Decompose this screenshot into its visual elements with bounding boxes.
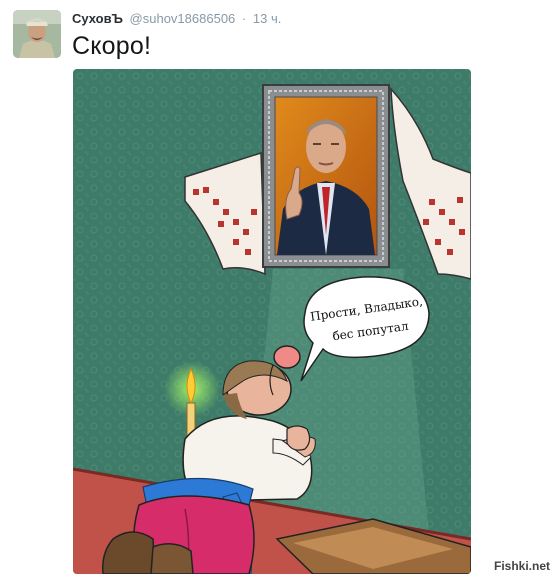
display-name[interactable]: СуховЪ bbox=[72, 11, 123, 26]
tweet-image[interactable]: Прости, Владыко, бес попутал bbox=[73, 69, 471, 574]
user-handle[interactable]: @suhov18686506 bbox=[130, 11, 236, 26]
separator: · bbox=[241, 11, 247, 26]
watermark: Fishki.net bbox=[491, 559, 552, 573]
timestamp[interactable]: 13 ч. bbox=[253, 11, 281, 26]
tweet: СуховЪ @suhov18686506 · 13 ч. Скоро! Про… bbox=[0, 0, 558, 578]
tweet-text: Скоро! bbox=[72, 32, 152, 60]
avatar[interactable] bbox=[13, 10, 61, 58]
tweet-header: СуховЪ @suhov18686506 · 13 ч. bbox=[72, 11, 281, 29]
